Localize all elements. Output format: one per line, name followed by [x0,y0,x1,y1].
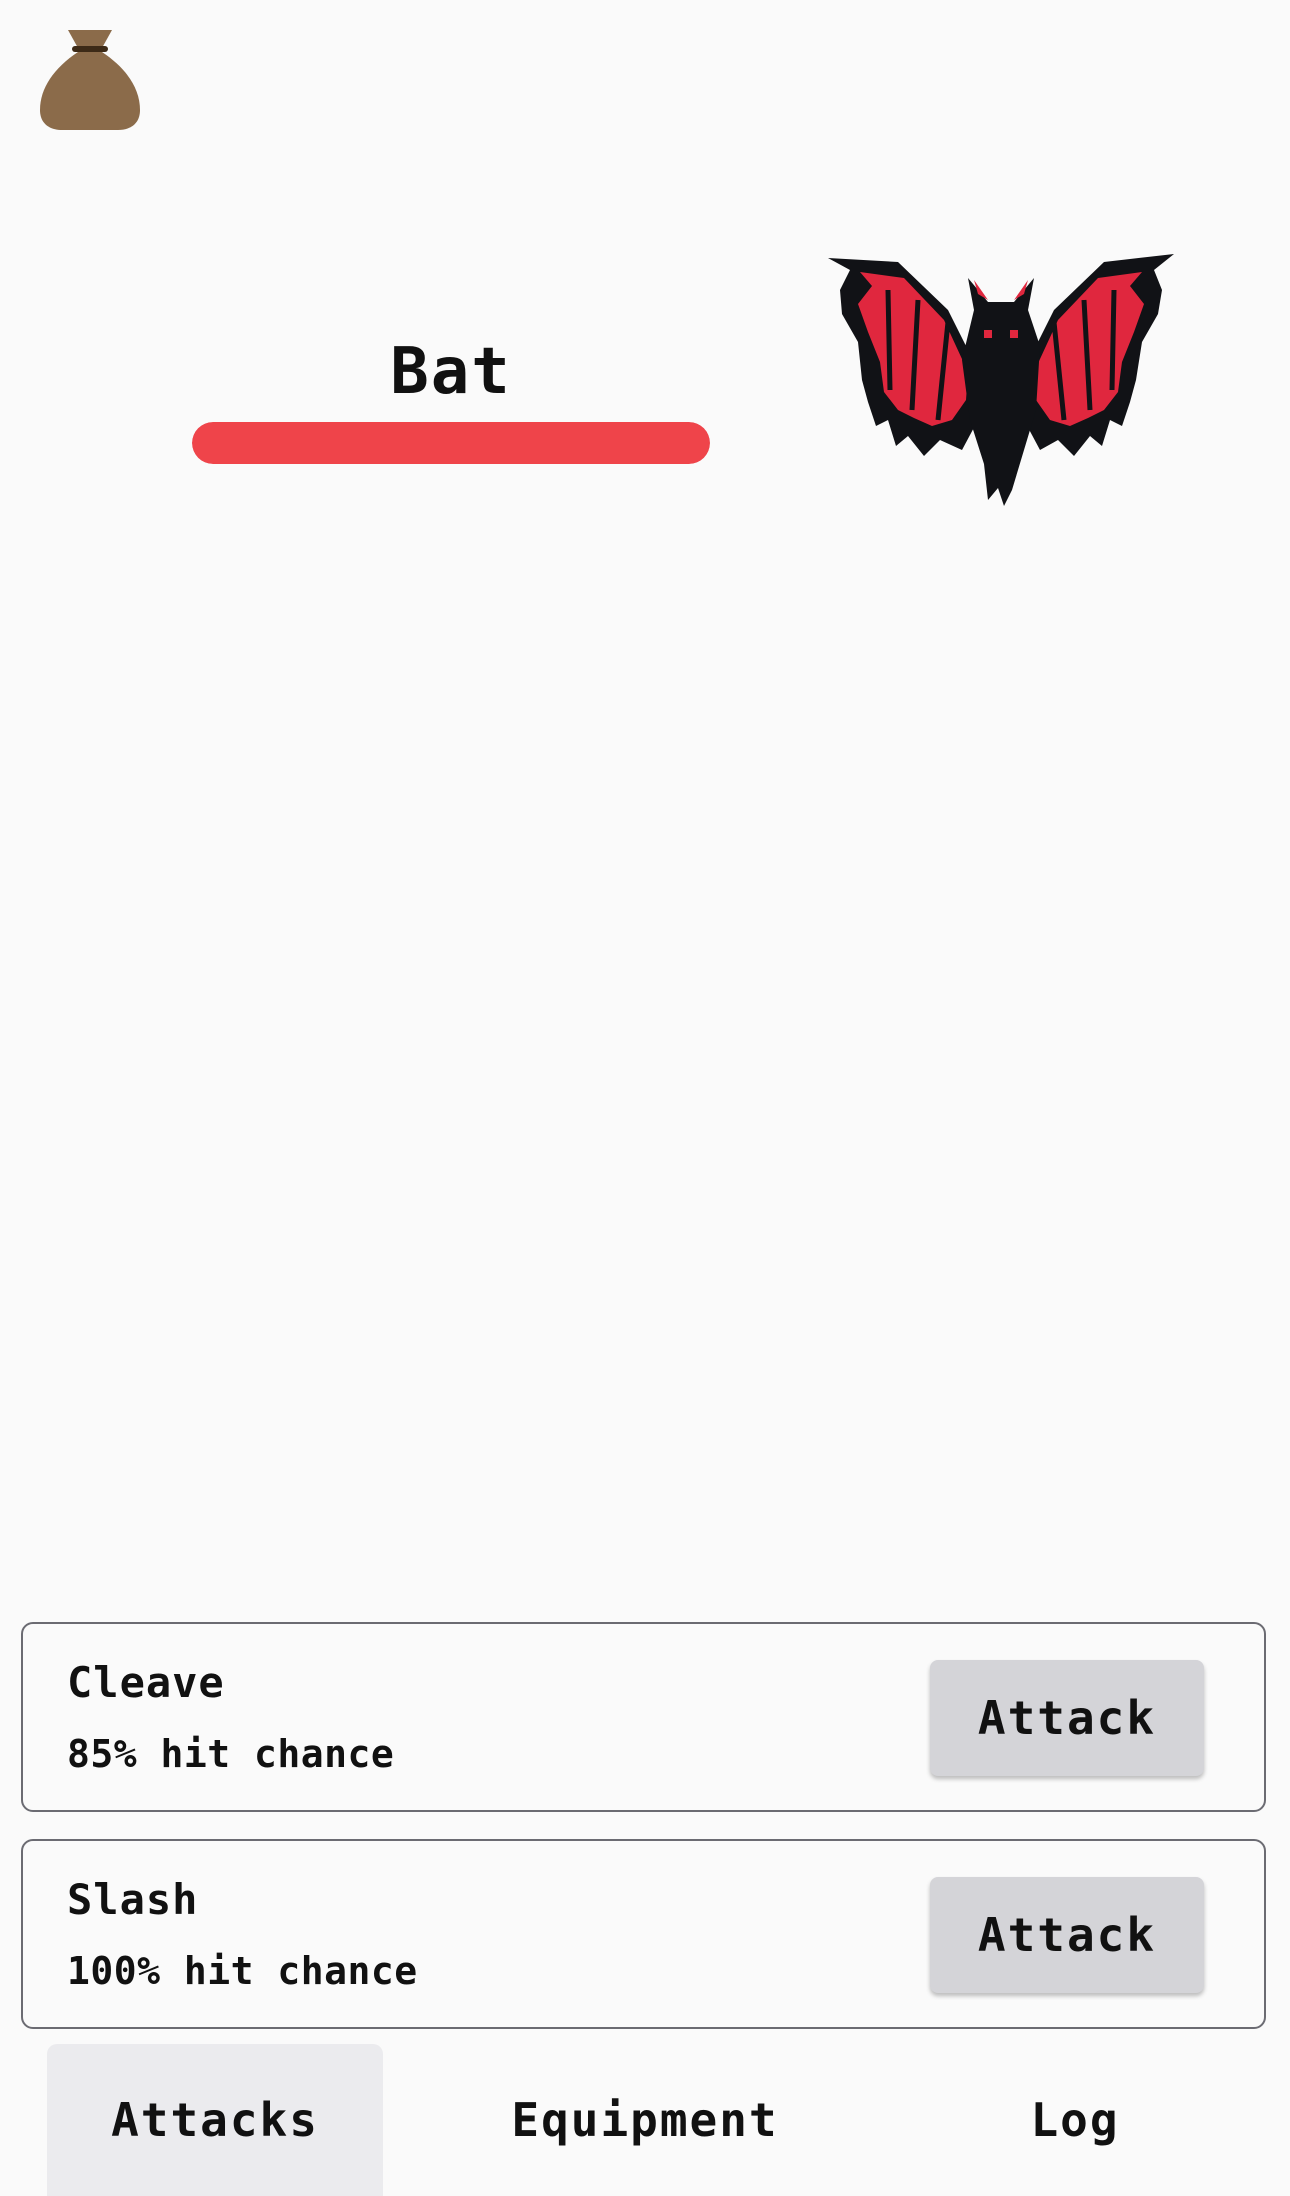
enemy-health-bar [192,422,710,464]
sack-icon[interactable] [40,28,140,132]
enemy-health-fill [192,422,710,464]
bat-sprite-icon[interactable] [828,250,1174,506]
attack-name: Slash [67,1875,199,1924]
attack-card-cleave: Cleave 85% hit chance Attack [21,1622,1266,1812]
game-screen: Bat Cleave 85% hit chance Attack Slash 1… [0,0,1290,2196]
bottom-tab-bar: Attacks Equipment Log [0,2044,1290,2196]
attack-hit-chance: 85% hit chance [67,1732,395,1776]
enemy-name: Bat [390,335,512,409]
enemy-panel: Bat [192,340,710,464]
attack-button[interactable]: Attack [930,1877,1204,1993]
attack-card-slash: Slash 100% hit chance Attack [21,1839,1266,2029]
attack-hit-chance: 100% hit chance [67,1949,418,1993]
tab-equipment[interactable]: Equipment [420,2044,870,2196]
tab-attacks[interactable]: Attacks [47,2044,383,2196]
attack-name: Cleave [67,1658,225,1707]
attack-button[interactable]: Attack [930,1660,1204,1776]
tab-log[interactable]: Log [940,2044,1210,2196]
